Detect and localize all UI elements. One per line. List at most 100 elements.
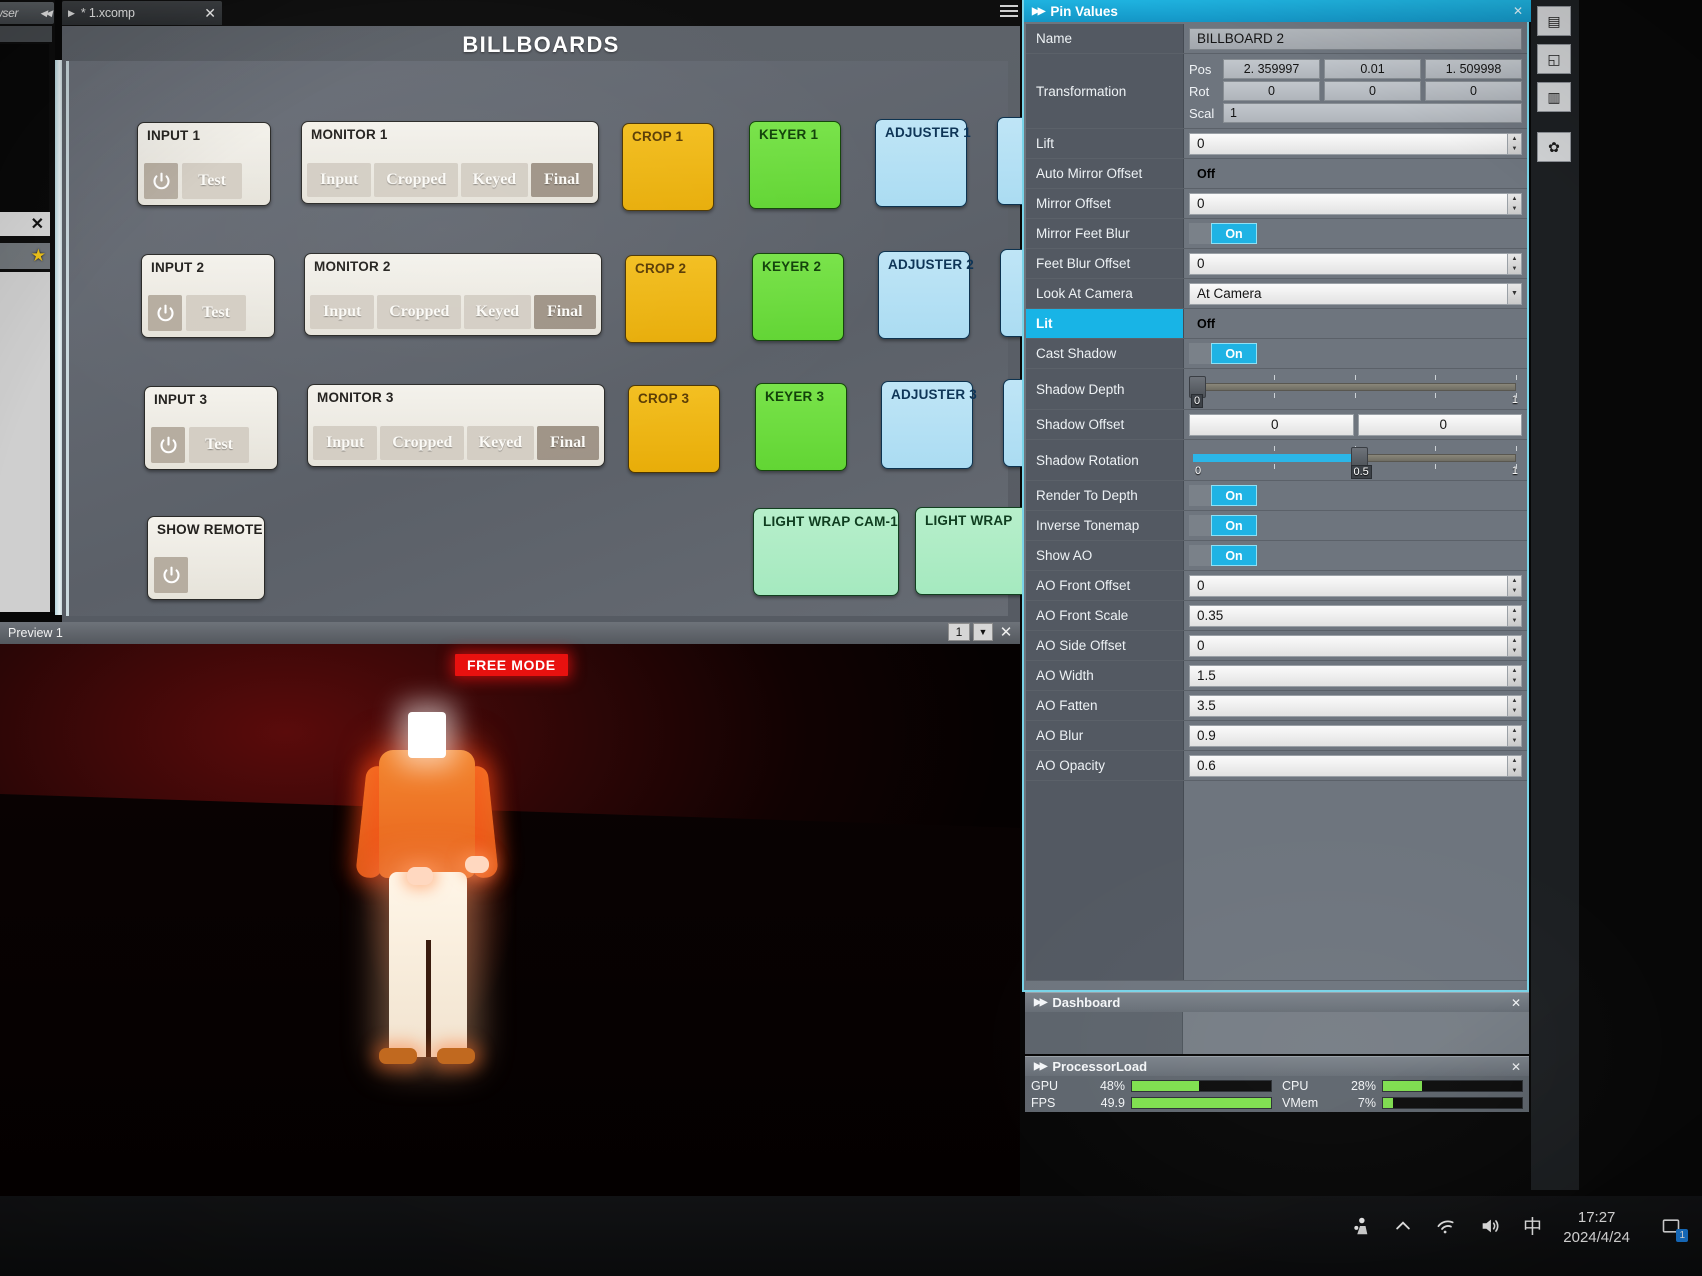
pin-label-name[interactable]: Name (1026, 24, 1184, 53)
pin-label-look-at-camera[interactable]: Look At Camera (1026, 279, 1184, 308)
crop-3-tile[interactable]: CROP 3 (628, 385, 720, 473)
transform-pos-2-field[interactable]: 0.01 (1324, 59, 1421, 79)
dashboard-titlebar[interactable]: ▶▶ Dashboard ✕ (1025, 992, 1529, 1012)
shadow-offset-field-1[interactable]: 0 (1189, 413, 1354, 436)
monitor-3-keyed-button[interactable]: Keyed (467, 426, 534, 460)
favorites-row[interactable]: ★ (0, 243, 50, 269)
preview-stage[interactable]: FREE MODE (0, 644, 1020, 1276)
keyer-1-tile[interactable]: KEYER 1 (749, 121, 841, 209)
shadow-rotation-slider[interactable]: 0 1 0.5 (1189, 443, 1522, 479)
light-wrap-cam-1-tile[interactable]: LIGHT WRAP CAM-1 (753, 508, 899, 596)
pin-label-shadow-depth[interactable]: Shadow Depth (1026, 369, 1184, 409)
toggle-track[interactable] (1189, 515, 1211, 536)
toggle-track[interactable] (1189, 223, 1211, 244)
pin-label-lit[interactable]: Lit (1026, 309, 1184, 338)
browser-list[interactable] (0, 44, 49, 212)
toggle-off-label[interactable]: Off (1189, 163, 1223, 184)
browser-scroll-panel[interactable] (0, 272, 50, 612)
monitor-1-cropped-button[interactable]: Cropped (374, 163, 459, 197)
pin-label-lift[interactable]: Lift (1026, 129, 1184, 158)
stepper-arrows-icon[interactable]: ▲ ▼ (1508, 574, 1522, 597)
toggle-track[interactable] (1189, 545, 1211, 566)
close-icon[interactable]: ✕ (996, 623, 1016, 641)
toolbar-icon-1[interactable]: ▤ (1537, 6, 1571, 36)
pin-values-titlebar[interactable]: ▶▶ Pin Values ✕ (1024, 0, 1531, 22)
name-field[interactable]: BILLBOARD 2 (1189, 27, 1522, 50)
shadow-offset-field-2[interactable]: 0 (1357, 413, 1522, 436)
processor-load-titlebar[interactable]: ▶▶ ProcessorLoad ✕ (1025, 1056, 1529, 1076)
stepper-arrows-icon[interactable]: ▲ ▼ (1508, 664, 1522, 687)
pin-label-inverse-tonemap[interactable]: Inverse Tonemap (1026, 511, 1184, 540)
input-2-test-button[interactable]: Test (186, 295, 246, 331)
toggle-on-label[interactable]: On (1211, 343, 1257, 364)
stepper-arrows-icon[interactable]: ▲ ▼ (1508, 252, 1522, 275)
monitor-3-cropped-button[interactable]: Cropped (380, 426, 465, 460)
adjuster-2-tile[interactable]: ADJUSTER 2 (878, 251, 974, 339)
stepper-arrows-icon[interactable]: ▲ ▼ (1508, 724, 1522, 747)
stepper-arrows-icon[interactable]: ▲ ▼ (1508, 132, 1522, 155)
ao-fatten-input[interactable]: 3.5 (1189, 694, 1508, 717)
input-3-test-button[interactable]: Test (189, 427, 249, 463)
lift-input[interactable]: 0 (1189, 132, 1508, 155)
toggle-track[interactable] (1189, 343, 1211, 364)
monitor-3-final-button[interactable]: Final (536, 426, 599, 460)
input-2-panel[interactable]: INPUT 2 Test (141, 254, 275, 338)
crop-2-tile[interactable]: CROP 2 (625, 255, 717, 343)
monitor-2-keyed-button[interactable]: Keyed (464, 295, 531, 329)
transform-rot-3-field[interactable]: 0 (1425, 81, 1522, 101)
browser-panel-header[interactable]: wser ◀◀ (0, 2, 54, 24)
taskbar-clock[interactable]: 17:27 2024/4/24 (1563, 1208, 1630, 1248)
hamburger-icon[interactable] (1000, 3, 1018, 19)
pin-label-ao-front-scale[interactable]: AO Front Scale (1026, 601, 1184, 630)
pin-label-show-ao[interactable]: Show AO (1026, 541, 1184, 570)
transform-rot-2-field[interactable]: 0 (1324, 81, 1421, 101)
toggle-track[interactable] (1223, 163, 1257, 184)
pin-label-ao-front-offset[interactable]: AO Front Offset (1026, 571, 1184, 600)
monitor-2-cropped-button[interactable]: Cropped (377, 295, 462, 329)
monitor-2-panel[interactable]: MONITOR 2 Input Cropped Keyed Final (304, 253, 602, 336)
monitor-1-panel[interactable]: MONITOR 1 Input Cropped Keyed Final (301, 121, 599, 204)
toggle-on-label[interactable]: On (1211, 515, 1257, 536)
monitor-1-keyed-button[interactable]: Keyed (461, 163, 528, 197)
double-left-arrow-icon[interactable]: ◀◀ (40, 8, 52, 19)
monitor-2-input-button[interactable]: Input (310, 295, 375, 329)
power-icon[interactable] (144, 163, 178, 199)
ao-opacity-input[interactable]: 0.6 (1189, 754, 1508, 777)
ao-width-input[interactable]: 1.5 (1189, 664, 1508, 687)
pin-label-transformation[interactable]: Transformation (1026, 54, 1184, 128)
monitor-3-panel[interactable]: MONITOR 3 Input Cropped Keyed Final (307, 384, 605, 467)
monitor-1-final-button[interactable]: Final (530, 163, 593, 197)
toolbar-icon-3[interactable]: ▥ (1537, 82, 1571, 112)
monitor-1-input-button[interactable]: Input (307, 163, 372, 197)
adjuster-1-tile[interactable]: ADJUSTER 1 (875, 119, 971, 207)
shadow-depth-slider[interactable]: 010 (1189, 372, 1522, 408)
chevron-up-icon[interactable] (1393, 1216, 1413, 1236)
input-1-test-button[interactable]: Test (182, 163, 242, 199)
stepper-arrows-icon[interactable]: ▲ ▼ (1508, 192, 1522, 215)
stepper-arrows-icon[interactable]: ▲ ▼ (1508, 604, 1522, 627)
power-icon[interactable] (154, 557, 188, 593)
pin-label-render-to-depth[interactable]: Render To Depth (1026, 481, 1184, 510)
feet-blur-offset-input[interactable]: 0 (1189, 252, 1508, 275)
toggle-on-label[interactable]: On (1211, 545, 1257, 566)
input-3-panel[interactable]: INPUT 3 Test (144, 386, 278, 470)
auto-mirror-offset-toggle[interactable]: Off (1189, 163, 1257, 184)
slider-track[interactable] (1193, 383, 1516, 391)
inverse-tonemap-toggle[interactable]: On (1189, 515, 1257, 536)
double-right-arrow-icon[interactable]: ▶▶ (1034, 997, 1047, 1008)
show-ao-toggle[interactable]: On (1189, 545, 1257, 566)
toolbar-icon-2[interactable]: ◱ (1537, 44, 1571, 74)
toggle-track[interactable] (1223, 313, 1257, 334)
mirror-offset-input[interactable]: 0 (1189, 192, 1508, 215)
star-icon[interactable]: ★ (31, 246, 46, 266)
transform-scal-field[interactable]: 1 (1223, 103, 1522, 123)
pin-label-shadow-rotation[interactable]: Shadow Rotation (1026, 440, 1184, 480)
notification-icon[interactable]: 1 (1658, 1214, 1688, 1242)
show-remote-panel[interactable]: SHOW REMOTE (147, 516, 265, 600)
pin-label-mirror-offset[interactable]: Mirror Offset (1026, 189, 1184, 218)
volume-icon[interactable] (1479, 1215, 1501, 1237)
pin-label-shadow-offset[interactable]: Shadow Offset (1026, 410, 1184, 439)
chevron-down-icon[interactable]: ▼ (973, 623, 993, 641)
pin-label-ao-width[interactable]: AO Width (1026, 661, 1184, 690)
keyer-3-tile[interactable]: KEYER 3 (755, 383, 847, 471)
